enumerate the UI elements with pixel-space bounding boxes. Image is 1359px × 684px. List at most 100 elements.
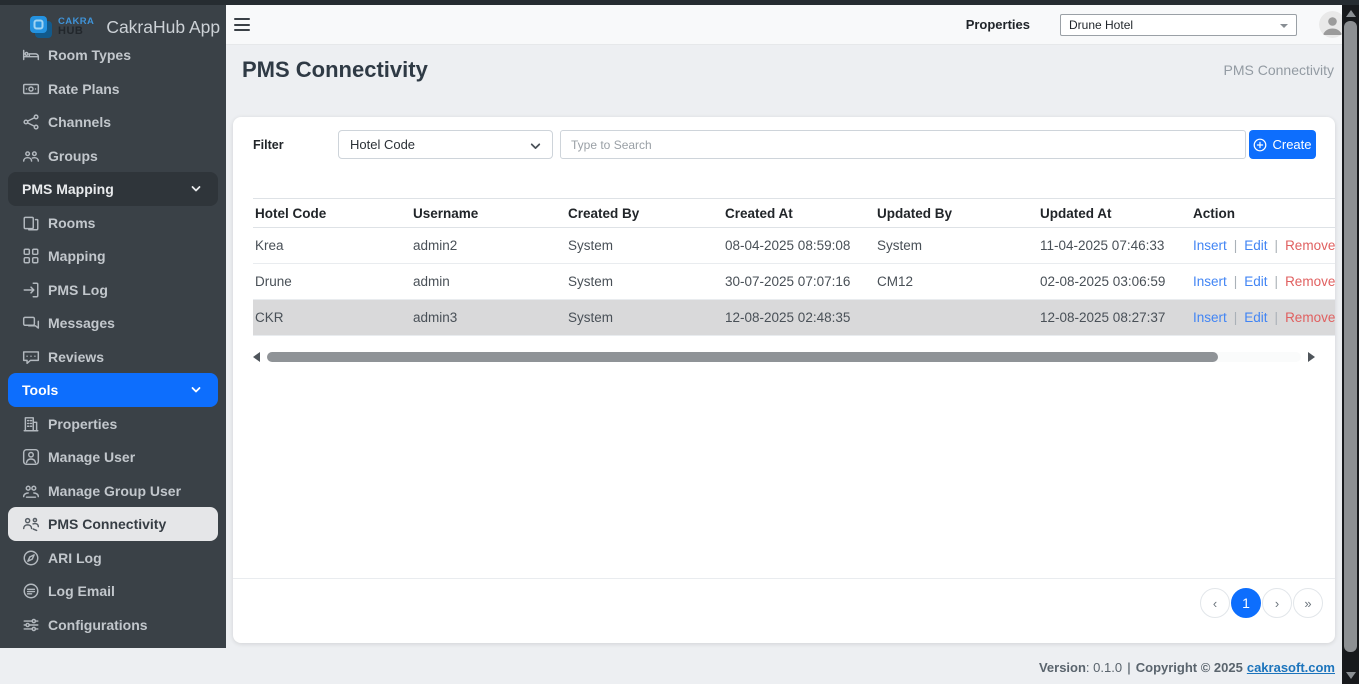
sidebar-item-ari-log[interactable]: ARI Log — [8, 541, 218, 575]
column-header-username: Username — [411, 199, 566, 228]
remove-link[interactable]: Remove — [1285, 238, 1335, 253]
sidebar-item-pms-connectivity[interactable]: PMS Connectivity — [8, 507, 218, 541]
action-divider: | — [1268, 274, 1286, 289]
people-group-icon — [22, 147, 40, 165]
cell-updated-at: 12-08-2025 08:27:37 — [1038, 300, 1191, 336]
top-strip — [0, 0, 1359, 5]
pagination-next-button[interactable]: › — [1262, 588, 1292, 618]
sidebar-item-label: Manage Group User — [48, 483, 181, 499]
share-network-icon — [22, 113, 40, 131]
edit-link[interactable]: Edit — [1244, 238, 1267, 253]
table-row[interactable]: Krea admin2 System 08-04-2025 08:59:08 S… — [253, 228, 1335, 264]
chevron-down-icon — [190, 183, 202, 195]
create-button-label: Create — [1272, 137, 1311, 152]
sidebar-menu: Room Types Rate Plans Channels Groups PM… — [0, 38, 226, 641]
chevron-down-icon — [529, 140, 542, 153]
sidebar-item-label: Channels — [48, 114, 111, 130]
sidebar-item-label: Configurations — [48, 617, 148, 633]
sidebar-item-reviews[interactable]: Reviews — [8, 340, 218, 374]
topbar-right: Properties Drune Hotel — [966, 5, 1342, 44]
sidebar-item-messages[interactable]: Messages — [8, 306, 218, 340]
grid-mapping-icon — [22, 247, 40, 265]
page-head: PMS Connectivity PMS Connectivity — [242, 57, 1334, 83]
sidebar-item-label: PMS Mapping — [22, 181, 114, 197]
property-select[interactable]: Drune Hotel — [1060, 14, 1297, 36]
vertical-scroll-thumb[interactable] — [1344, 21, 1357, 652]
cell-hotel-code: Drune — [253, 264, 411, 300]
horizontal-scroll-track[interactable] — [267, 352, 1301, 362]
filter-field-select[interactable]: Hotel Code — [338, 130, 553, 159]
remove-link[interactable]: Remove — [1285, 310, 1335, 325]
action-divider: | — [1268, 238, 1286, 253]
sidebar-item-label: Manage User — [48, 449, 135, 465]
scroll-left-icon[interactable] — [253, 352, 260, 362]
sidebar-item-manage-group-user[interactable]: Manage Group User — [8, 474, 218, 508]
sidebar-item-rate-plans[interactable]: Rate Plans — [8, 72, 218, 106]
cakrasoft-link[interactable]: cakrasoft.com — [1247, 660, 1335, 675]
scroll-right-icon[interactable] — [1308, 352, 1315, 362]
logo-text-bottom: HUB — [58, 26, 94, 37]
sidebar-item-channels[interactable]: Channels — [8, 105, 218, 139]
cell-username: admin2 — [411, 228, 566, 264]
column-header-action: Action — [1191, 199, 1335, 228]
sidebar-item-tools[interactable]: Tools — [8, 373, 218, 407]
sliders-icon — [22, 616, 40, 634]
chevron-down-icon — [1280, 24, 1288, 28]
sidebar-item-mapping[interactable]: Mapping — [8, 239, 218, 273]
sidebar-item-pms-log[interactable]: PMS Log — [8, 273, 218, 307]
scroll-up-icon[interactable] — [1346, 10, 1356, 17]
connectivity-users-icon — [22, 515, 40, 533]
remove-link[interactable]: Remove — [1285, 274, 1335, 289]
sidebar: CAKRA HUB CakraHub App Room Types Rate P… — [0, 5, 226, 648]
scroll-down-icon[interactable] — [1346, 672, 1356, 679]
sidebar-item-log-email[interactable]: Log Email — [8, 574, 218, 608]
cell-created-at: 08-04-2025 08:59:08 — [723, 228, 875, 264]
sidebar-item-manage-user[interactable]: Manage User — [8, 440, 218, 474]
building-icon — [22, 415, 40, 433]
rooms-icon — [22, 214, 40, 232]
cell-updated-at: 02-08-2025 03:06:59 — [1038, 264, 1191, 300]
sidebar-item-groups[interactable]: Groups — [8, 139, 218, 173]
insert-link[interactable]: Insert — [1193, 274, 1227, 289]
sidebar-item-rooms[interactable]: Rooms — [8, 206, 218, 240]
email-log-icon — [22, 582, 40, 600]
insert-link[interactable]: Insert — [1193, 238, 1227, 253]
menu-icon[interactable] — [234, 18, 250, 31]
filter-field-value: Hotel Code — [350, 137, 415, 152]
cell-updated-by — [875, 300, 1038, 336]
pms-table: Hotel Code Username Created By Created A… — [253, 198, 1335, 336]
cell-actions: Insert|Edit|Remove — [1191, 264, 1335, 300]
edit-link[interactable]: Edit — [1244, 310, 1267, 325]
column-header-created-at: Created At — [723, 199, 875, 228]
cell-updated-by: System — [875, 228, 1038, 264]
horizontal-scroll-thumb[interactable] — [267, 352, 1218, 362]
footer-divider: | — [1122, 660, 1136, 675]
table-row-selected[interactable]: CKR admin3 System 12-08-2025 02:48:35 12… — [253, 300, 1335, 336]
pagination-last-button[interactable]: » — [1293, 588, 1323, 618]
plus-circle-icon — [1253, 138, 1267, 152]
cakrahub-logo-icon — [28, 14, 54, 40]
sidebar-item-configurations[interactable]: Configurations — [8, 608, 218, 642]
cell-updated-by: CM12 — [875, 264, 1038, 300]
user-badge-icon — [22, 448, 40, 466]
cell-username: admin — [411, 264, 566, 300]
search-input[interactable] — [560, 130, 1246, 159]
sidebar-item-pms-mapping[interactable]: PMS Mapping — [8, 172, 218, 206]
column-header-created-by: Created By — [566, 199, 723, 228]
pagination-page-1-button[interactable]: 1 — [1231, 588, 1261, 618]
create-button[interactable]: Create — [1249, 130, 1316, 159]
cell-actions: Insert|Edit|Remove — [1191, 300, 1335, 336]
chevron-down-icon — [190, 384, 202, 396]
cell-created-by: System — [566, 228, 723, 264]
sidebar-item-label: Log Email — [48, 583, 115, 599]
sidebar-item-label: Rate Plans — [48, 81, 120, 97]
vertical-scrollbar[interactable] — [1342, 0, 1359, 684]
table-row[interactable]: Drune admin System 30-07-2025 07:07:16 C… — [253, 264, 1335, 300]
pagination-prev-button[interactable]: ‹ — [1200, 588, 1230, 618]
edit-link[interactable]: Edit — [1244, 274, 1267, 289]
cell-created-at: 12-08-2025 02:48:35 — [723, 300, 875, 336]
sidebar-item-label: Reviews — [48, 349, 104, 365]
insert-link[interactable]: Insert — [1193, 310, 1227, 325]
messages-icon — [22, 314, 40, 332]
sidebar-item-properties[interactable]: Properties — [8, 407, 218, 441]
